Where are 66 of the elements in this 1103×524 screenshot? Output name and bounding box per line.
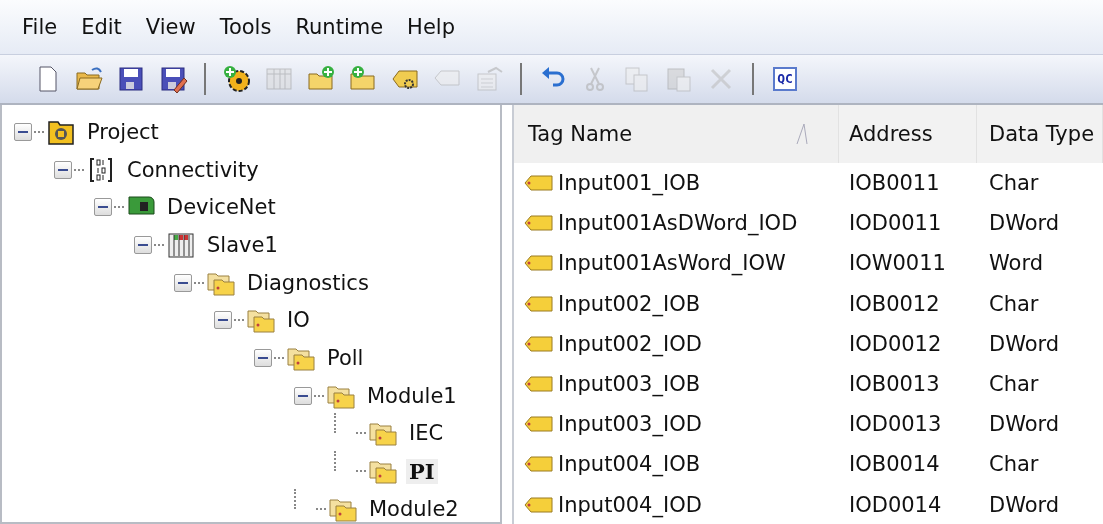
table-cell: Input003_IOB	[558, 372, 701, 397]
table-cell: DWord	[989, 331, 1060, 356]
column-header[interactable]: Address	[839, 105, 977, 163]
table-cell: Word	[989, 251, 1043, 276]
table-cell: DWord	[989, 211, 1060, 236]
tree-item[interactable]: Poll	[324, 345, 367, 370]
table-cell: IOW0011	[849, 251, 946, 276]
tag-icon	[524, 455, 554, 474]
tag-icon	[524, 495, 554, 514]
table-cell: Input004_IOB	[558, 452, 701, 477]
column-header[interactable]: Tag Name	[514, 105, 839, 163]
tag-icon	[524, 334, 554, 353]
rack-module-icon	[166, 230, 196, 259]
tree-item[interactable]: Project	[84, 119, 162, 144]
tag-icon	[524, 294, 554, 313]
menu-item[interactable]: File	[12, 13, 68, 41]
collapse-toggle-icon[interactable]	[294, 386, 312, 405]
tree-item[interactable]: Diagnostics	[244, 270, 372, 295]
tree-item[interactable]: Connectivity	[124, 157, 262, 182]
tag-icon	[524, 174, 554, 193]
table-cell: Char	[989, 452, 1039, 477]
collapse-toggle-icon[interactable]	[174, 273, 192, 292]
tree-item[interactable]: PI	[406, 458, 438, 484]
table-cell: IOD0013	[849, 412, 942, 437]
table-cell: Input003_IOD	[558, 412, 702, 437]
tree-item[interactable]: IEC	[406, 421, 447, 446]
qc-button[interactable]: QC	[766, 60, 804, 98]
menu-item[interactable]: View	[135, 13, 206, 41]
table-cell: IOB0014	[849, 452, 940, 477]
tag-icon	[524, 375, 554, 394]
table-cell: IOB0011	[849, 171, 940, 196]
table-cell: IOB0013	[849, 372, 940, 397]
table-cell: Input002_IOB	[558, 291, 701, 316]
table-cell: Char	[989, 291, 1039, 316]
tree-item[interactable]: Module2	[366, 496, 462, 521]
tag-icon	[524, 254, 554, 273]
tree-item[interactable]: Slave1	[204, 232, 281, 257]
menu-item[interactable]: Tools	[209, 13, 282, 41]
table-cell: Input001_IOB	[558, 171, 701, 196]
collapse-toggle-icon[interactable]	[14, 122, 32, 141]
menu-item[interactable]: Help	[397, 13, 465, 41]
table-cell: Char	[989, 372, 1039, 397]
menu-item[interactable]: Edit	[71, 13, 132, 41]
table-cell: Char	[989, 171, 1039, 196]
collapse-toggle-icon[interactable]	[94, 198, 112, 217]
collapse-toggle-icon[interactable]	[134, 235, 152, 254]
table-cell: Input002_IOD	[558, 331, 702, 356]
table-cell: DWord	[989, 492, 1060, 517]
column-header[interactable]: Data Type	[977, 105, 1103, 163]
table-cell: DWord	[989, 412, 1060, 437]
menu-item[interactable]: Runtime	[285, 13, 394, 41]
tree-item[interactable]: Module1	[364, 383, 460, 408]
collapse-toggle-icon[interactable]	[254, 348, 272, 367]
collapse-toggle-icon[interactable]	[214, 311, 232, 330]
table-cell: IOB0012	[849, 291, 940, 316]
table-cell: Input001AsDWord_IOD	[558, 211, 798, 236]
tag-icon	[524, 415, 554, 434]
table-cell: IOD0014	[849, 492, 942, 517]
tree-item[interactable]: IO	[284, 308, 313, 333]
table-cell: IOD0012	[849, 331, 942, 356]
table-cell: Input001AsWord_IOW	[558, 251, 786, 276]
tag-icon	[524, 214, 554, 233]
tree-item[interactable]: DeviceNet	[164, 195, 279, 220]
collapse-toggle-icon[interactable]	[54, 160, 72, 179]
table-cell: IOD0011	[849, 211, 942, 236]
table-cell: Input004_IOD	[558, 492, 702, 517]
